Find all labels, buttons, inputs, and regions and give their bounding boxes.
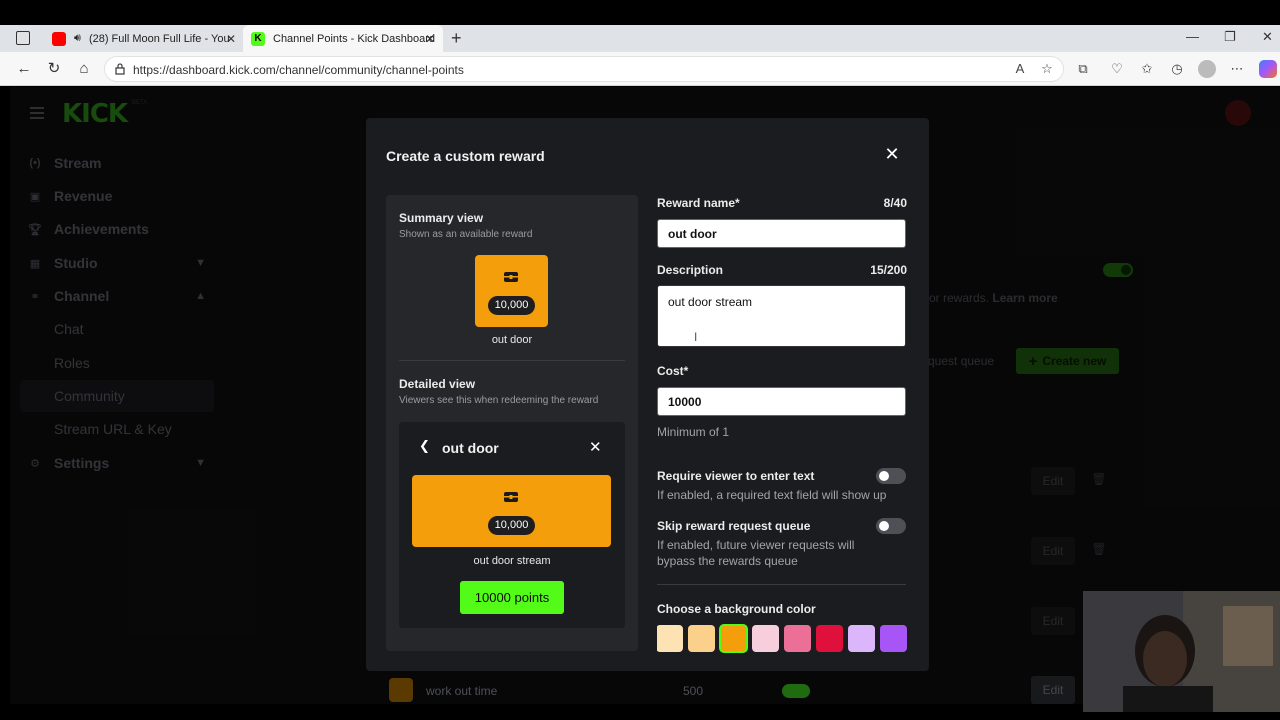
description-counter: 15/200 bbox=[870, 263, 907, 277]
summary-reward-card: 10,000 bbox=[475, 255, 548, 327]
detailed-view-heading: Detailed view bbox=[399, 377, 476, 391]
reward-name-counter: 8/40 bbox=[883, 196, 907, 210]
reward-cost-badge: 10,000 bbox=[488, 516, 535, 535]
divider bbox=[399, 360, 625, 361]
color-swatch-purple[interactable] bbox=[880, 625, 907, 652]
require-text-label: Require viewer to enter text bbox=[657, 469, 815, 483]
favorites-icon[interactable]: ✩ bbox=[1138, 60, 1156, 78]
more-options-icon[interactable]: ⋯ bbox=[1228, 60, 1246, 78]
chest-icon bbox=[504, 272, 518, 282]
skip-queue-label: Skip reward request queue bbox=[657, 519, 811, 533]
close-tab-icon[interactable]: ✕ bbox=[425, 32, 435, 46]
address-bar: ← ↻ ⌂ https://dashboard.kick.com/channel… bbox=[0, 52, 1280, 86]
reward-name-input[interactable]: out door bbox=[657, 219, 906, 248]
create-reward-modal: Create a custom reward ✕ Summary view Sh… bbox=[366, 118, 929, 671]
reward-cost: 500 bbox=[683, 684, 704, 698]
youtube-icon bbox=[52, 31, 66, 46]
color-swatch-lavender[interactable] bbox=[848, 625, 875, 652]
tab-title: (28) Full Moon Full Life - You bbox=[88, 32, 229, 45]
summary-view-heading: Summary view bbox=[399, 211, 484, 225]
copilot-icon[interactable] bbox=[1259, 60, 1277, 78]
url-text: https://dashboard.kick.com/channel/commu… bbox=[133, 63, 464, 77]
new-tab-button[interactable]: + bbox=[451, 28, 462, 49]
history-icon[interactable]: ◷ bbox=[1168, 60, 1186, 78]
close-icon[interactable]: ✕ bbox=[882, 144, 902, 164]
detailed-reward-description: out door stream bbox=[473, 555, 551, 567]
detailed-view-subheading: Viewers see this when redeeming the rewa… bbox=[399, 395, 599, 406]
skip-queue-toggle[interactable] bbox=[876, 518, 906, 534]
background-color-label: Choose a background color bbox=[657, 602, 816, 616]
back-icon[interactable]: ← bbox=[14, 59, 34, 79]
detailed-reward-title: out door bbox=[442, 440, 499, 456]
reward-enabled-toggle[interactable] bbox=[782, 684, 810, 698]
home-icon[interactable]: ⌂ bbox=[74, 59, 94, 79]
close-icon: ✕ bbox=[589, 439, 602, 456]
close-tab-icon[interactable]: ✕ bbox=[226, 32, 236, 46]
summary-view-subheading: Shown as an available reward bbox=[399, 229, 533, 240]
divider bbox=[657, 584, 906, 585]
preview-panel: Summary view Shown as an available rewar… bbox=[386, 195, 638, 651]
detailed-reward-card: 10,000 bbox=[412, 475, 611, 547]
skip-queue-help: If enabled, future viewer requests will … bbox=[657, 538, 855, 568]
description-text: out door stream bbox=[668, 295, 753, 309]
tab-actions-icon[interactable] bbox=[16, 31, 30, 45]
require-text-help: If enabled, a required text field will s… bbox=[657, 488, 887, 502]
text-cursor-icon: I bbox=[694, 330, 698, 344]
color-swatch-orange[interactable] bbox=[719, 624, 748, 653]
extensions-icon[interactable]: ⧉ bbox=[1074, 60, 1092, 78]
tab-youtube[interactable]: 🔊︎ (28) Full Moon Full Life - You ✕ bbox=[44, 25, 244, 52]
reward-chest-icon bbox=[389, 678, 413, 702]
webcam-overlay bbox=[1083, 591, 1280, 712]
cost-label: Cost* bbox=[657, 364, 689, 378]
audio-icon[interactable]: 🔊︎ bbox=[74, 32, 81, 45]
reload-icon[interactable]: ↻ bbox=[44, 59, 64, 79]
profile-icon[interactable] bbox=[1198, 60, 1216, 78]
color-swatch-peach[interactable] bbox=[688, 625, 715, 652]
color-swatch-light-peach[interactable] bbox=[657, 625, 683, 652]
detailed-reward-preview: ❮ out door ✕ 10,000 out door stream 1000… bbox=[399, 422, 625, 628]
cost-help-text: Minimum of 1 bbox=[657, 425, 730, 439]
url-input[interactable]: https://dashboard.kick.com/channel/commu… bbox=[104, 56, 1064, 82]
close-window-icon[interactable]: ✕ bbox=[1262, 29, 1273, 45]
restore-icon[interactable]: ❐ bbox=[1224, 29, 1236, 45]
summary-reward-name: out door bbox=[491, 334, 533, 346]
favorite-star-icon[interactable]: ☆ bbox=[1038, 60, 1056, 78]
browser-essentials-icon[interactable]: ♡ bbox=[1108, 60, 1126, 78]
reward-name-label: Reward name* bbox=[657, 196, 740, 210]
redeem-points-button: 10000 points bbox=[460, 581, 564, 614]
tab-title: Channel Points - Kick Dashboard bbox=[273, 32, 435, 45]
cost-input[interactable]: 10000 bbox=[657, 387, 906, 416]
description-label: Description bbox=[657, 263, 724, 277]
color-swatch-pink[interactable] bbox=[784, 625, 811, 652]
lock-icon bbox=[115, 63, 125, 75]
reward-form: Reward name* 8/40 out door Description 1… bbox=[657, 195, 921, 671]
chest-icon bbox=[504, 492, 518, 502]
chevron-left-icon: ❮ bbox=[419, 438, 430, 453]
read-aloud-icon[interactable]: A bbox=[1011, 60, 1029, 78]
kick-favicon-icon: K bbox=[251, 31, 265, 46]
reward-name: work out time bbox=[426, 684, 498, 698]
edit-button[interactable]: Edit bbox=[1031, 676, 1075, 704]
reward-row: work out time 500 Edit bbox=[389, 676, 1089, 704]
require-text-toggle[interactable] bbox=[876, 468, 906, 484]
webcam-feed-image bbox=[1083, 591, 1280, 712]
tab-kick-dashboard[interactable]: K Channel Points - Kick Dashboard ✕ bbox=[243, 25, 443, 52]
color-swatch-red[interactable] bbox=[816, 625, 843, 652]
color-swatch-light-pink[interactable] bbox=[752, 625, 779, 652]
reward-cost-badge: 10,000 bbox=[488, 296, 535, 315]
modal-title: Create a custom reward bbox=[386, 148, 545, 164]
minimize-icon[interactable]: — bbox=[1186, 29, 1199, 44]
